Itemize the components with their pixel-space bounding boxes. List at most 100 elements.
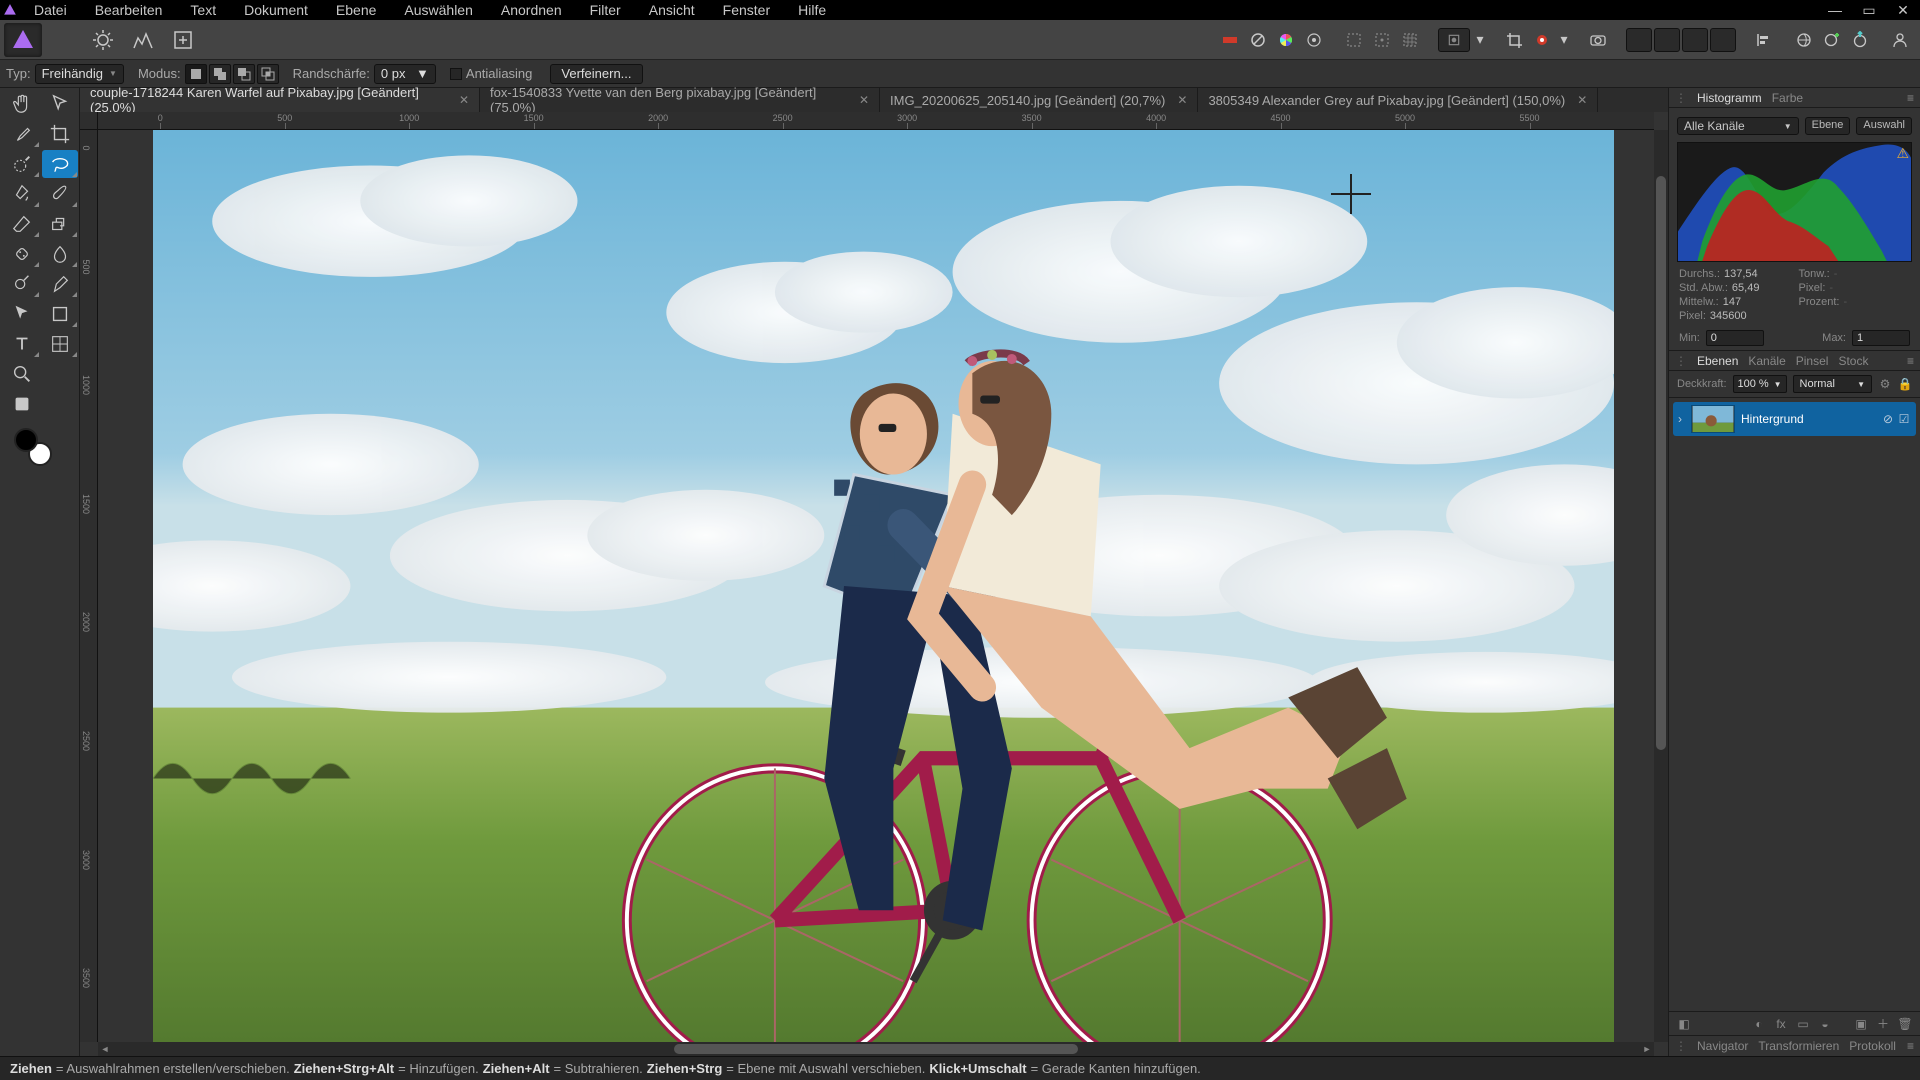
close-icon[interactable]: ✕ <box>459 93 469 107</box>
doc-tab-1[interactable]: fox-1540833 Yvette van den Berg pixabay.… <box>480 88 880 112</box>
scroll-thumb-h[interactable] <box>674 1044 1079 1054</box>
panel-menu-icon[interactable]: ≡ <box>1907 1039 1914 1053</box>
hand-tool[interactable] <box>4 90 40 118</box>
blend-mode-select[interactable]: Normal▼ <box>1793 375 1872 393</box>
menu-ebene[interactable]: Ebene <box>322 0 390 20</box>
doc-tab-0[interactable]: couple-1718244 Karen Warfel auf Pixabay.… <box>80 88 480 112</box>
refine-button[interactable]: Verfeinern... <box>550 64 642 84</box>
studio-handle-icon[interactable]: ⋮ <box>1675 354 1687 368</box>
marquee-grid-icon[interactable] <box>1398 28 1422 52</box>
menu-fenster[interactable]: Fenster <box>709 0 784 20</box>
scrollbar-horizontal[interactable]: ◄ ► <box>98 1042 1654 1056</box>
mesh-tool[interactable] <box>42 330 78 358</box>
pen-tool[interactable] <box>42 270 78 298</box>
antialias-check[interactable] <box>450 68 462 80</box>
node-tool[interactable] <box>4 300 40 328</box>
scroll-thumb-v[interactable] <box>1656 176 1666 751</box>
tab-histogramm[interactable]: Histogramm <box>1697 91 1762 105</box>
text-tool[interactable] <box>4 330 40 358</box>
close-icon[interactable]: ✕ <box>1177 93 1187 107</box>
persona-develop[interactable] <box>84 23 122 57</box>
camera-icon[interactable] <box>1586 28 1610 52</box>
persona-export[interactable] <box>164 23 202 57</box>
globe-up-icon[interactable] <box>1848 28 1872 52</box>
swatch-red-icon[interactable] <box>1218 28 1242 52</box>
link-icon[interactable]: ⊘ <box>1882 413 1894 425</box>
tab-navigator[interactable]: Navigator <box>1697 1039 1748 1053</box>
doc-tab-2[interactable]: IMG_20200625_205140.jpg [Geändert] (20,7… <box>880 88 1198 112</box>
close-icon[interactable]: ✕ <box>859 93 869 107</box>
selection-brush-tool[interactable] <box>4 150 40 178</box>
globe-refresh-icon[interactable] <box>1792 28 1816 52</box>
opacity-value[interactable]: 100 %▼ <box>1733 375 1787 393</box>
erase-tool[interactable] <box>4 210 40 238</box>
add-fx-icon[interactable]: fx <box>1772 1015 1790 1033</box>
menu-ansicht[interactable]: Ansicht <box>635 0 709 20</box>
max-value[interactable]: 1 <box>1852 330 1910 346</box>
clone-tool[interactable] <box>42 210 78 238</box>
heal-tool[interactable] <box>4 240 40 268</box>
btn-auswahl[interactable]: Auswahl <box>1856 117 1912 135</box>
circle-slash-icon[interactable] <box>1246 28 1270 52</box>
mode-new[interactable] <box>185 64 207 84</box>
panel-menu-icon[interactable]: ≡ <box>1907 354 1914 368</box>
feather-value[interactable]: 0 px▼ <box>374 64 436 84</box>
tab-kanaele[interactable]: Kanäle <box>1748 354 1785 368</box>
btn-ebene[interactable]: Ebene <box>1805 117 1851 135</box>
add-layer-icon[interactable]: ＋ <box>1874 1015 1892 1033</box>
channel-select[interactable]: Alle Kanäle▼ <box>1677 117 1799 135</box>
menu-bearbeiten[interactable]: Bearbeiten <box>81 0 177 20</box>
move-tool[interactable] <box>42 90 78 118</box>
persona-liquify[interactable] <box>44 23 82 57</box>
quickmask-dropdown[interactable] <box>1438 28 1470 52</box>
ruler-horizontal[interactable]: 0500100015002000250030003500400045005000… <box>98 112 1654 130</box>
canvas-viewport[interactable] <box>98 130 1654 1042</box>
menu-anordnen[interactable]: Anordnen <box>487 0 576 20</box>
close-button[interactable]: ✕ <box>1886 0 1920 20</box>
add-mask-icon[interactable]: ▭ <box>1794 1015 1812 1033</box>
tab-transformieren[interactable]: Transformieren <box>1758 1039 1839 1053</box>
tab-pinsel[interactable]: Pinsel <box>1796 354 1829 368</box>
min-value[interactable]: 0 <box>1706 330 1764 346</box>
menu-datei[interactable]: Datei <box>20 0 81 20</box>
panel-menu-icon[interactable]: ≡ <box>1907 91 1914 105</box>
scroll-right-arrow[interactable]: ► <box>1640 1042 1654 1056</box>
chevron-down-icon-2[interactable]: ▾ <box>1558 28 1570 52</box>
foreground-color[interactable] <box>14 428 38 452</box>
mode-subtract[interactable] <box>233 64 255 84</box>
target-icon[interactable] <box>1302 28 1326 52</box>
color-swatch[interactable] <box>0 426 79 474</box>
tab-farbe[interactable]: Farbe <box>1772 91 1803 105</box>
account-icon[interactable] <box>1888 28 1912 52</box>
menu-auswaehlen[interactable]: Auswählen <box>390 0 487 20</box>
smudge-tool[interactable] <box>42 240 78 268</box>
menu-dokument[interactable]: Dokument <box>230 0 322 20</box>
lasso-tool[interactable] <box>42 150 78 178</box>
menu-filter[interactable]: Filter <box>576 0 635 20</box>
dodge-tool[interactable] <box>4 270 40 298</box>
layer-thumbnail[interactable] <box>1691 405 1735 433</box>
ruler-vertical[interactable]: 0500100015002000250030003500 <box>80 130 98 1042</box>
assistant-tool[interactable] <box>4 390 40 418</box>
visibility-check[interactable]: ☑ <box>1898 413 1910 425</box>
tab-stock[interactable]: Stock <box>1838 354 1868 368</box>
mode-add[interactable] <box>209 64 231 84</box>
shape-tool[interactable] <box>42 300 78 328</box>
mode-intersect[interactable] <box>257 64 279 84</box>
color-wheel-icon[interactable] <box>1274 28 1298 52</box>
marquee-center-icon[interactable] <box>1370 28 1394 52</box>
doc-tab-3[interactable]: 3805349 Alexander Grey auf Pixabay.jpg [… <box>1198 88 1598 112</box>
flood-select-tool[interactable] <box>4 180 40 208</box>
type-select[interactable]: Freihändig▼ <box>35 64 124 84</box>
chevron-down-icon[interactable]: ▾ <box>1474 28 1486 52</box>
menu-hilfe[interactable]: Hilfe <box>784 0 840 20</box>
add-live-icon[interactable]: ◒ <box>1816 1015 1834 1033</box>
align-left-icon[interactable] <box>1752 28 1776 52</box>
globe-plus-icon[interactable] <box>1820 28 1844 52</box>
scroll-left-arrow[interactable]: ◄ <box>98 1042 112 1056</box>
target-red-icon[interactable] <box>1530 28 1554 52</box>
paint-brush-tool[interactable] <box>42 180 78 208</box>
crop-tool-icon[interactable] <box>1502 28 1526 52</box>
group-icon[interactable]: ▣ <box>1852 1015 1870 1033</box>
close-icon[interactable]: ✕ <box>1577 93 1587 107</box>
